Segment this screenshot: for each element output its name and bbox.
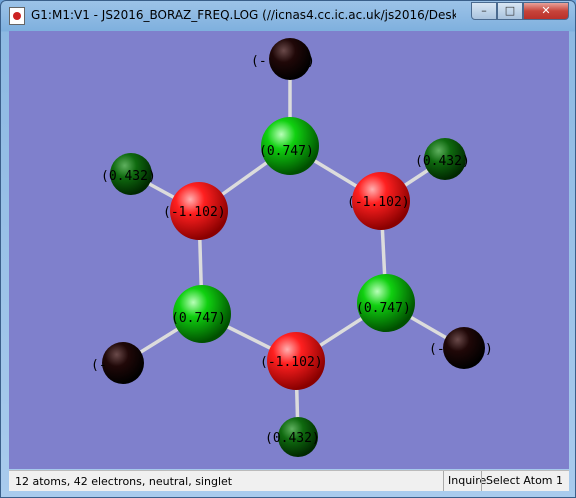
charge-label: (0.432) — [265, 431, 320, 446]
charge-label: (0.747) — [259, 144, 314, 159]
title-bar[interactable]: G1:M1:V1 - JS2016_BORAZ_FREQ.LOG (//icna… — [1, 1, 575, 31]
charge-label: (-1.102) — [260, 355, 323, 370]
charge-label: (-1.102) — [347, 195, 410, 210]
hydrogen-atom-right-lower[interactable] — [443, 327, 485, 369]
molecule-canvas[interactable]: (0.747) (-1.102) (0.747) (-1.102) (0.747… — [9, 31, 569, 469]
app-window: G1:M1:V1 - JS2016_BORAZ_FREQ.LOG (//icna… — [0, 0, 576, 498]
charge-label: (0.432) — [101, 169, 156, 184]
charge-label: (0.747) — [356, 301, 411, 316]
molecule-viewport[interactable]: (0.747) (-1.102) (0.747) (-1.102) (0.747… — [9, 31, 569, 469]
charge-label: (- — [429, 342, 445, 357]
charge-label: (0.432) — [415, 154, 470, 169]
charge-label: ) — [307, 54, 315, 69]
charge-label: (0.747) — [171, 311, 226, 326]
status-action: Select Atom 1 — [481, 471, 567, 491]
app-icon[interactable] — [9, 7, 25, 25]
charge-label: (- — [251, 54, 267, 69]
hydrogen-atom-top[interactable] — [269, 38, 311, 80]
status-molecule-info: 12 atoms, 42 electrons, neutral, singlet — [15, 475, 233, 488]
status-bar: 12 atoms, 42 electrons, neutral, singlet… — [9, 470, 569, 491]
charge-label: (- — [91, 358, 107, 373]
close-button[interactable]: ✕ — [523, 2, 569, 20]
window-title: G1:M1:V1 - JS2016_BORAZ_FREQ.LOG (//icna… — [31, 8, 456, 22]
minimize-button[interactable]: – — [471, 2, 497, 20]
hydrogen-atom-left-lower[interactable] — [102, 342, 144, 384]
charge-label: ) — [485, 342, 493, 357]
maximize-button[interactable]: □ — [497, 2, 523, 20]
charge-label: (-1.102) — [163, 205, 226, 220]
